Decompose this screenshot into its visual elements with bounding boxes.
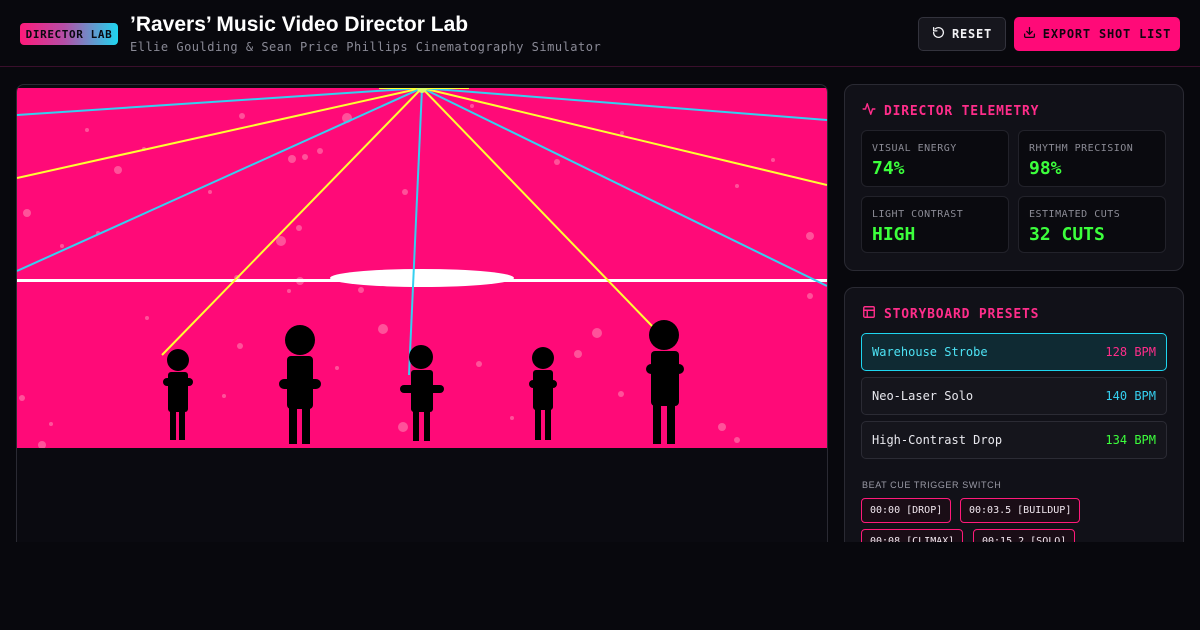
layout-icon [862, 305, 876, 323]
cue-button-drop[interactable]: 00:00 [DROP] [861, 498, 952, 523]
storyboard-presets-panel: STORYBOARD PRESETS Warehouse Strobe 128 … [844, 287, 1184, 567]
page-footer-area [0, 542, 1200, 630]
download-icon [1023, 26, 1036, 42]
stage-canvas[interactable] [17, 88, 827, 448]
page-title: ’Ravers’ Music Video Director Lab [130, 13, 469, 36]
app-header: DIRECTOR LAB ’Ravers’ Music Video Direct… [0, 0, 1200, 67]
stat-label: VISUAL ENERGY [872, 143, 957, 154]
beat-cue-label: BEAT CUE TRIGGER SWITCH [862, 480, 1002, 490]
presets-title: STORYBOARD PRESETS [884, 306, 1040, 322]
preset-warehouse-strobe[interactable]: Warehouse Strobe 128 BPM [861, 333, 1167, 371]
stage-viewport[interactable] [16, 84, 828, 554]
stat-value: 74% [872, 158, 905, 179]
stat-label: RHYTHM PRECISION [1029, 143, 1134, 154]
page-subtitle: Ellie Goulding & Sean Price Phillips Cin… [130, 40, 602, 54]
preset-name: High-Contrast Drop [872, 433, 1003, 447]
cue-button-buildup[interactable]: 00:03.5 [BUILDUP] [960, 498, 1081, 523]
telemetry-header: DIRECTOR TELEMETRY [862, 102, 1039, 120]
preset-high-contrast-drop[interactable]: High-Contrast Drop 134 BPM [861, 421, 1167, 459]
stat-label: ESTIMATED CUTS [1029, 209, 1121, 220]
stat-light-contrast: LIGHT CONTRAST HIGH [861, 196, 1009, 253]
presets-header: STORYBOARD PRESETS [862, 305, 1039, 323]
reset-button-label: RESET [951, 27, 993, 41]
stat-estimated-cuts: ESTIMATED CUTS 32 CUTS [1018, 196, 1166, 253]
reset-button[interactable]: RESET [918, 17, 1006, 51]
export-shot-list-button[interactable]: EXPORT SHOT LIST [1014, 17, 1180, 51]
stat-label: LIGHT CONTRAST [872, 209, 964, 220]
preset-name: Neo-Laser Solo [872, 389, 974, 403]
stat-visual-energy: VISUAL ENERGY 74% [861, 130, 1009, 187]
floor-spotlight [330, 269, 514, 287]
preset-name: Warehouse Strobe [872, 345, 988, 359]
stat-rhythm-precision: RHYTHM PRECISION 98% [1018, 130, 1166, 187]
export-button-label: EXPORT SHOT LIST [1042, 27, 1172, 41]
activity-icon [862, 102, 876, 120]
preset-bpm: 140 BPM [1105, 389, 1156, 403]
stat-value: HIGH [872, 224, 916, 245]
preset-bpm: 128 BPM [1105, 345, 1156, 359]
preset-neo-laser-solo[interactable]: Neo-Laser Solo 140 BPM [861, 377, 1167, 415]
telemetry-title: DIRECTOR TELEMETRY [884, 103, 1040, 119]
stat-value: 98% [1029, 158, 1062, 179]
director-telemetry-panel: DIRECTOR TELEMETRY VISUAL ENERGY 74% RHY… [844, 84, 1184, 271]
rotate-ccw-icon [932, 26, 945, 42]
brand-badge: DIRECTOR LAB [20, 23, 118, 45]
stat-value: 32 CUTS [1029, 224, 1105, 245]
preset-bpm: 134 BPM [1105, 433, 1156, 447]
